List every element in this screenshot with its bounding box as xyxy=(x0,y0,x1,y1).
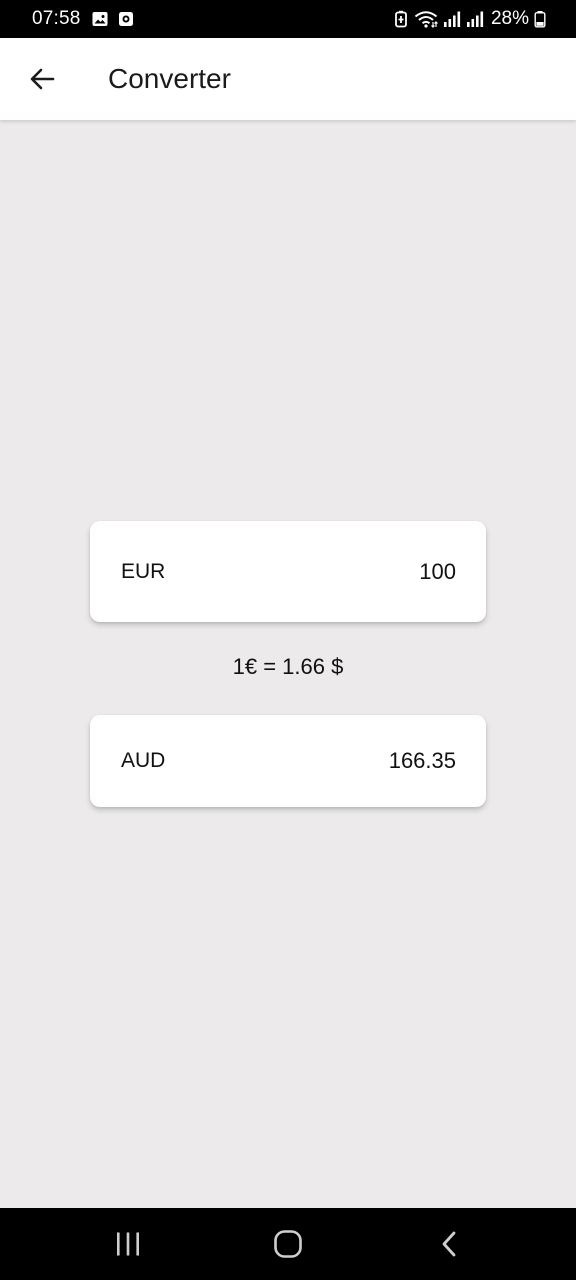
navigation-bar xyxy=(0,1208,576,1280)
battery-percent: 28% xyxy=(490,8,529,29)
arrow-left-icon xyxy=(28,65,56,93)
back-button[interactable] xyxy=(18,55,66,103)
status-time: 07:58 xyxy=(32,8,81,29)
to-amount-value: 166.35 xyxy=(388,748,456,773)
to-currency-card[interactable]: AUD 166.35 xyxy=(90,715,486,807)
signal-icon xyxy=(466,10,484,28)
screen-record-icon xyxy=(117,10,135,28)
page-title: Converter xyxy=(108,63,231,94)
home-icon xyxy=(273,1229,303,1259)
to-currency-code[interactable]: AUD xyxy=(121,749,165,773)
battery-icon xyxy=(534,10,546,28)
system-back-button[interactable] xyxy=(410,1208,490,1280)
recents-button[interactable] xyxy=(88,1208,168,1280)
signal-icon xyxy=(443,10,461,28)
home-button[interactable] xyxy=(248,1208,328,1280)
battery-saver-icon xyxy=(393,10,409,28)
from-currency-code[interactable]: EUR xyxy=(121,560,165,584)
wifi-icon xyxy=(414,10,438,28)
recents-icon xyxy=(114,1231,142,1257)
from-currency-card[interactable]: EUR 100 xyxy=(90,521,486,622)
from-amount-input[interactable]: 100 xyxy=(419,559,456,585)
app-bar: Converter xyxy=(0,38,576,120)
status-left: 07:58 xyxy=(32,0,135,38)
exchange-rate: 1€ = 1.66 $ xyxy=(232,654,344,679)
gallery-icon xyxy=(91,10,109,28)
back-chevron-icon xyxy=(439,1230,461,1258)
status-right: 28% xyxy=(393,0,546,38)
status-bar: 07:58 28% xyxy=(0,0,576,38)
